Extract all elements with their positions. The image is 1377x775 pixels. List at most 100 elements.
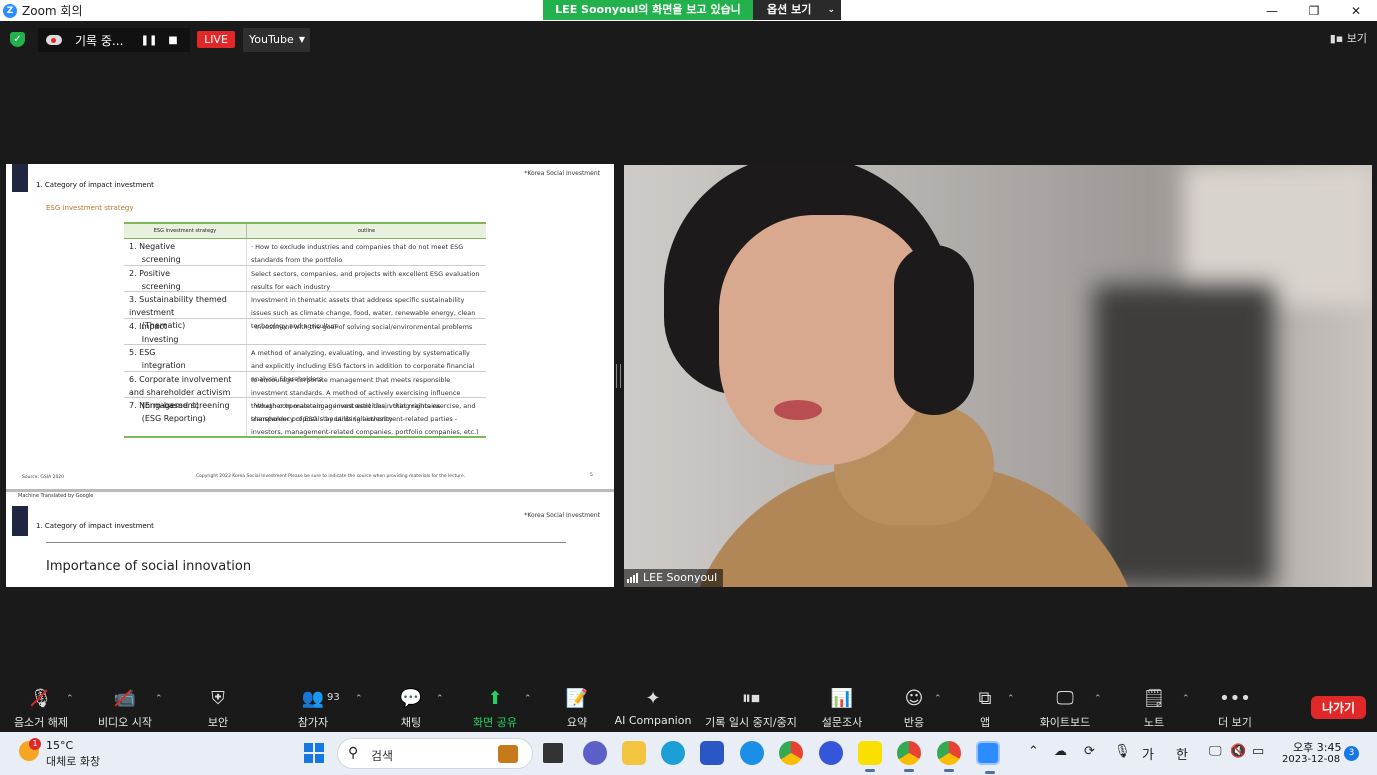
microsoft-store-icon[interactable]	[700, 741, 724, 765]
pause-stop-icon: ⏸⏹	[742, 687, 760, 709]
battery-icon[interactable]: ▭	[1252, 744, 1264, 759]
ai-companion-button[interactable]: ✦ AI Companion	[614, 686, 692, 730]
sync-icon[interactable]: ⟳	[1084, 744, 1095, 759]
summary-button[interactable]: 📝 요약	[564, 686, 590, 730]
participants-options-caret[interactable]: ⌃	[355, 694, 363, 704]
whiteboard-options-caret[interactable]: ⌃	[1094, 694, 1102, 704]
teams-chat-icon[interactable]	[583, 741, 607, 765]
taskbar-search-input[interactable]: ⚲ 검색	[337, 738, 533, 769]
security-button[interactable]: ⛨ 보안	[204, 686, 232, 730]
onedrive-icon[interactable]: ☁	[1054, 744, 1067, 759]
slide-watermark: Machine Translated by Google	[18, 493, 94, 499]
chrome-icon[interactable]	[779, 741, 803, 765]
view-options-button[interactable]: 옵션 보기 ⌄	[753, 0, 841, 20]
view-button[interactable]: ▮▪ 보기	[1330, 30, 1367, 46]
close-button[interactable]: ✕	[1335, 0, 1377, 21]
zoom-app-icon[interactable]	[976, 741, 1000, 774]
clock-time[interactable]: 오후 3:45	[1293, 739, 1341, 755]
slide-subtitle: ESG investment strategy	[46, 204, 134, 212]
participant-video[interactable]: LEE Soonyoul	[624, 165, 1372, 587]
reactions-button[interactable]: ☺ 반응	[901, 686, 927, 730]
table-header-strategy: ESG investment strategy	[124, 224, 247, 238]
kakaotalk-icon[interactable]	[858, 741, 882, 772]
task-view-icon[interactable]	[543, 743, 563, 763]
share-screen-icon: ⬆	[487, 687, 503, 709]
edge-browser-icon[interactable]	[661, 741, 685, 765]
clock-date[interactable]: 2023-12-08	[1282, 754, 1340, 765]
table-row: 4. Impact Investing · Investment with the…	[124, 318, 486, 345]
windows-start-icon[interactable]	[304, 743, 324, 763]
encryption-shield-icon[interactable]: ✓	[10, 32, 25, 47]
pause-stop-recording-label: 기록 일시 중지/중지	[705, 716, 797, 729]
notes-options-caret[interactable]: ⌃	[1182, 694, 1190, 704]
weather-description[interactable]: 대체로 화창	[46, 753, 100, 769]
apps-button[interactable]: ⧉ 앱	[975, 686, 995, 730]
participant-name-tag: LEE Soonyoul	[624, 569, 724, 587]
chrome-profile-icon[interactable]	[897, 741, 921, 772]
outline-cell: Investment in thematic assets that addre…	[251, 296, 476, 330]
whiteboard-button[interactable]: 🖵 화이트보드	[1037, 686, 1093, 730]
share-banner-text: LEE Soonyoul의 화면을 보고 있습니다	[543, 0, 753, 36]
speaker-muted-icon[interactable]: 🔇	[1230, 744, 1246, 759]
notes-icon: 🗒	[1142, 687, 1166, 709]
view-layout-icon: ▮▪	[1329, 32, 1344, 45]
reactions-options-caret[interactable]: ⌃	[934, 694, 942, 704]
stop-recording-icon[interactable]: ■	[161, 35, 185, 46]
microphone-icon[interactable]: 🎙	[1114, 744, 1131, 759]
speaker-hair-side	[894, 245, 974, 415]
apps-options-caret[interactable]: ⌃	[1007, 694, 1015, 704]
strategy-cell: 4. Impact Investing	[124, 318, 247, 344]
slide-corp-label: *Korea Social Investment	[524, 170, 600, 177]
stream-target-label: YouTube	[249, 33, 294, 46]
tray-overflow-icon[interactable]: ⌃	[1028, 744, 1039, 759]
chat-button[interactable]: 💬 채팅	[398, 686, 424, 730]
copilot-icon[interactable]	[819, 741, 843, 765]
summary-icon: 📝	[565, 687, 589, 709]
notes-button[interactable]: 🗒 노트	[1141, 686, 1167, 730]
weather-alert-badge: 1	[29, 738, 41, 750]
strategy-cell: 2. Positive screening	[124, 265, 247, 291]
participants-button[interactable]: 👥 참가자	[296, 686, 330, 730]
stream-target-select[interactable]: YouTube ▼	[243, 28, 310, 52]
pause-stop-recording-button[interactable]: ⏸⏹ 기록 일시 중지/중지	[702, 686, 800, 730]
windows-taskbar: 1 15°C 대체로 화창 ⚲ 검색 ⌃ ☁ ⟳ 🎙 가 한 🖵 🔇 ▭ 오후 …	[0, 732, 1377, 775]
video-background-highlight	[1184, 165, 1372, 305]
audio-options-caret[interactable]: ⌃	[66, 694, 74, 704]
live-badge[interactable]: LIVE	[197, 31, 235, 48]
start-video-button[interactable]: 📹 비디오 시작	[95, 686, 155, 730]
slide-title: Importance of social innovation	[46, 559, 252, 574]
video-options-caret[interactable]: ⌃	[155, 694, 163, 704]
outline-cell: Select sectors, companies, and projects …	[251, 269, 480, 291]
ime-mode-label[interactable]: 한	[1176, 744, 1188, 763]
pause-recording-icon[interactable]: ❚❚	[137, 35, 161, 46]
display-icon[interactable]: 🖵	[1209, 744, 1222, 759]
poll-button[interactable]: 📊 설문조사	[820, 686, 864, 730]
maximize-button[interactable]: ❐	[1293, 0, 1335, 21]
summary-label: 요약	[566, 716, 588, 729]
bing-icon[interactable]	[740, 741, 764, 765]
video-camera-off-icon: 📹	[113, 687, 137, 709]
share-screen-button[interactable]: ⬆ 화면 공유	[472, 686, 518, 730]
chat-options-caret[interactable]: ⌃	[436, 694, 444, 704]
unmute-button[interactable]: 🎙 음소거 해제	[12, 686, 70, 730]
strategy-cell: 1. Negative screening	[124, 239, 247, 265]
reactions-label: 반응	[903, 716, 925, 729]
caret-down-icon: ▼	[298, 35, 305, 44]
table-header-outline: outline	[357, 228, 376, 234]
meeting-toolbar: 🎙 음소거 해제 ⌃ 📹 비디오 시작 ⌃ ⛨ 보안 👥 참가자 93 ⌃ 💬 …	[0, 680, 1377, 732]
recording-label: 기록 중...	[75, 33, 124, 48]
ime-hangul-label[interactable]: 가	[1142, 744, 1154, 763]
minimize-button[interactable]: —	[1251, 0, 1293, 21]
split-resize-handle[interactable]	[616, 364, 621, 388]
more-button[interactable]: ••• 더 보기	[1217, 686, 1253, 730]
notification-badge[interactable]: 3	[1344, 746, 1359, 761]
chrome-profile-icon[interactable]	[937, 741, 961, 772]
weather-temperature[interactable]: 15°C	[46, 739, 73, 752]
ai-companion-label: AI Companion	[614, 714, 692, 727]
share-options-caret[interactable]: ⌃	[524, 694, 532, 704]
signal-strength-icon	[627, 573, 638, 583]
slide-copyright: Copyright 2023 Korea Social Investment P…	[196, 474, 466, 479]
leave-button[interactable]: 나가기	[1311, 696, 1366, 719]
bar-chart-icon: 📊	[830, 687, 854, 709]
file-explorer-icon[interactable]	[622, 741, 646, 765]
